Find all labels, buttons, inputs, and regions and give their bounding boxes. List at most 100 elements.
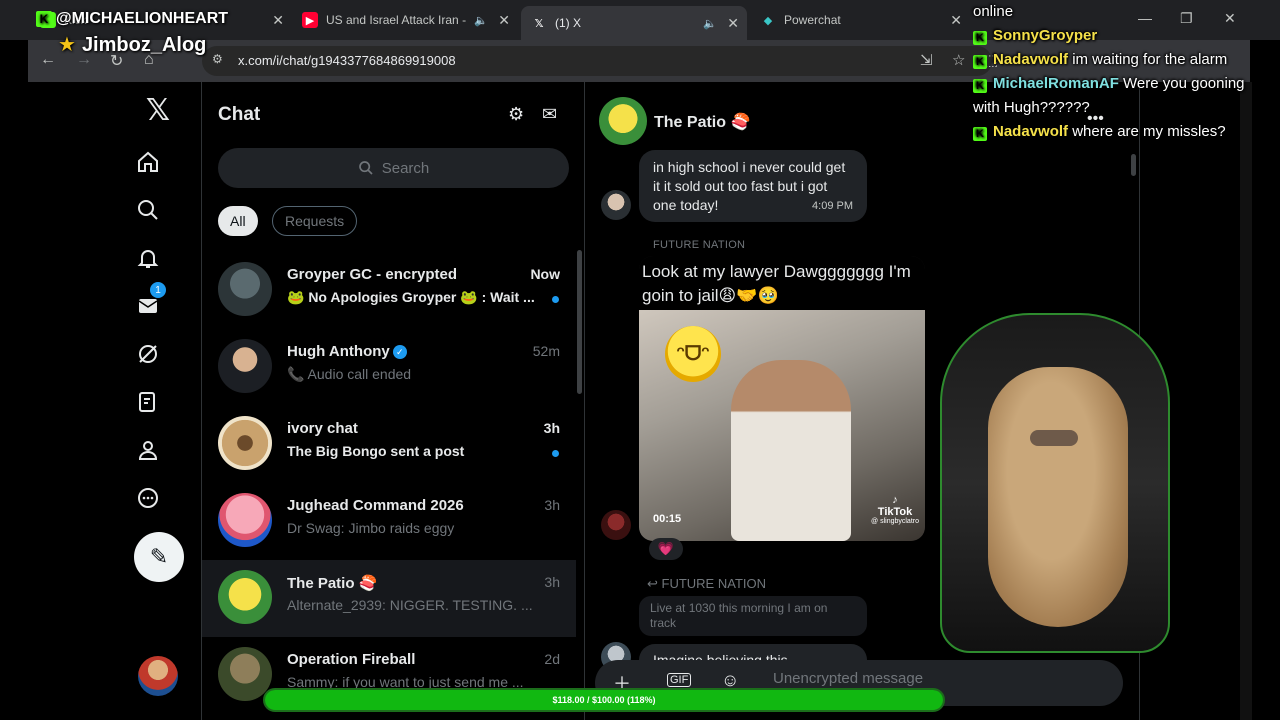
close-tab-icon[interactable]: ✕ (272, 12, 284, 29)
conversation-time: 3h (544, 574, 560, 590)
group-avatar[interactable] (599, 97, 647, 145)
conversation-name-wrap: Hugh Anthony ✓ (287, 343, 407, 360)
message-avatar[interactable] (601, 510, 631, 540)
conversation-item[interactable]: Groyper GC - encrypted Now 🐸 No Apologie… (202, 252, 576, 329)
speaker-icon[interactable]: 🔈 (474, 14, 488, 27)
streamer-handle: @MICHAELIONHEART (56, 10, 229, 27)
kick-badge-icon: K (973, 31, 987, 45)
streamer-overlay: K @MICHAELIONHEART (36, 10, 228, 28)
tab-powerchat[interactable]: ◆ Powerchat ✕ (750, 6, 970, 34)
account-avatar[interactable] (138, 656, 178, 696)
video-duration: 00:15 (653, 513, 682, 525)
url-field[interactable]: ⚙ x.com/i/chat/g1943377684869919008 (202, 46, 992, 76)
lists-nav-icon[interactable] (128, 382, 168, 422)
donation-goal-label: $118.00 / $100.00 (118%) (552, 695, 656, 705)
youtube-favicon-icon: ▶ (302, 12, 318, 28)
chat-message: im waiting for the alarm (1072, 51, 1228, 68)
message-bubble: in high school i never could get it it s… (639, 150, 867, 222)
moderator-overlay: ★ Jimboz_Alog (58, 32, 206, 57)
site-info-icon[interactable]: ⚙ (212, 52, 223, 66)
chat-line: K MichaelRomanAF Were you gooning with Hu… (973, 72, 1273, 120)
stream-chat-overlay: online K SonnyGroyper K Nadavwolf im waiti… (973, 0, 1273, 144)
kick-badge-icon: K (973, 79, 987, 93)
reaction-pill[interactable]: 💗 (649, 538, 683, 560)
messages-badge: 1 (150, 282, 166, 298)
more-nav-icon[interactable] (128, 478, 168, 518)
sender-name: FUTURE NATION (653, 239, 746, 251)
conversation-preview: Dr Swag: Jimbo raids eggy (287, 520, 455, 536)
video-attachment[interactable]: Look at my lawyer Dawggggggg I'm goin to… (639, 256, 925, 541)
notifications-nav-icon[interactable] (128, 238, 168, 278)
back-icon[interactable]: ← (40, 51, 56, 69)
avatar-lips (1030, 430, 1078, 446)
x-favicon-icon: 𝕏 (534, 17, 544, 30)
unread-dot (552, 296, 559, 303)
heart-reaction-icon: 💗 (657, 541, 675, 556)
url-text: x.com/i/chat/g1943377684869919008 (238, 53, 456, 68)
video-caption: Look at my lawyer Dawggggggg I'm goin to… (639, 256, 925, 310)
chat-list-scrollbar[interactable] (577, 250, 582, 394)
conversation-item[interactable]: ivory chat 3h The Big Bongo sent a post (202, 406, 576, 483)
conversation-avatar (218, 570, 272, 624)
conversation-title[interactable]: The Patio 🍣 (654, 112, 750, 132)
compose-post-button[interactable]: ✎ (134, 532, 184, 582)
conversation-time: 3h (543, 420, 560, 436)
chat-search-input[interactable]: Search (218, 148, 569, 188)
tab-title: Powerchat (784, 13, 841, 27)
messages-nav-icon[interactable]: 1 (128, 282, 168, 326)
chat-line: K SonnyGroyper (973, 24, 1273, 48)
search-icon (358, 161, 373, 175)
tab-title: US and Israel Attack Iran - L (326, 13, 466, 27)
close-tab-icon[interactable]: ✕ (727, 15, 739, 32)
conversation-name: Operation Fireball (287, 651, 416, 668)
conversation-name: Jughead Command 2026 (287, 497, 464, 514)
conversation-avatar (218, 339, 272, 393)
page-scrollbar[interactable] (1240, 82, 1252, 720)
close-tab-icon[interactable]: ✕ (498, 12, 510, 29)
kick-badge-icon: K (973, 55, 987, 69)
quoted-message[interactable]: Live at 1030 this morning I am on track (639, 596, 867, 636)
chat-line: K Nadavwolf where are my missles? (973, 120, 1273, 144)
speaker-icon[interactable]: 🔈 (703, 17, 717, 30)
conversation-time: 2d (544, 651, 560, 667)
grok-nav-icon[interactable] (128, 334, 168, 374)
vtuber-avatar-overlay (900, 305, 1180, 665)
conversation-avatar (218, 493, 272, 547)
reply-header: ↩ FUTURE NATION (647, 576, 766, 591)
chat-message: where are my missles? (1072, 123, 1226, 140)
new-message-icon[interactable]: ✉ (542, 104, 557, 125)
search-placeholder: Search (381, 159, 430, 177)
x-logo-icon[interactable]: 𝕏 (138, 90, 178, 130)
conversation-item[interactable]: Jughead Command 2026 3h Dr Swag: Jimbo r… (202, 483, 576, 560)
message-avatar[interactable] (601, 190, 631, 220)
video-subject (731, 360, 851, 541)
star-icon: ★ (58, 34, 76, 56)
explore-nav-icon[interactable] (128, 190, 168, 230)
gif-icon[interactable]: GIF (667, 673, 692, 687)
settings-gear-icon[interactable]: ⚙ (508, 104, 524, 125)
conversation-time: 3h (544, 497, 560, 513)
kick-badge-icon: K (973, 127, 987, 141)
conversation-avatar (218, 416, 272, 470)
conversation-item[interactable]: Hugh Anthony ✓ 52m 📞 Audio call ended (202, 329, 576, 406)
bookmark-star-icon[interactable]: ☆ (952, 51, 965, 69)
conversation-item-selected[interactable]: The Patio 🍣 3h Alternate_2939: NIGGER. T… (202, 560, 576, 637)
profile-nav-icon[interactable] (128, 430, 168, 470)
x-left-nav: 𝕏 1 ✎ (28, 82, 202, 720)
chat-list-panel: Chat ⚙ ✉ Search All Requests Groyper GC … (201, 82, 585, 720)
tab-x[interactable]: 𝕏 (1) X 🔈 ✕ (521, 6, 747, 40)
conversation-preview: The Big Bongo sent a post (287, 443, 465, 459)
donation-goal-bar: $118.00 / $100.00 (118%) (263, 688, 945, 712)
conversation-preview: Alternate_2939: NIGGER. TESTING. ... (287, 597, 533, 613)
close-tab-icon[interactable]: ✕ (950, 12, 962, 29)
conversation-scrollbar[interactable] (1131, 154, 1136, 176)
chat-username: Nadavwolf (993, 123, 1069, 140)
home-nav-icon[interactable] (128, 142, 168, 182)
conversation-name: The Patio 🍣 (287, 575, 378, 592)
chat-username: SonnyGroyper (993, 27, 1098, 44)
tab-youtube[interactable]: ▶ US and Israel Attack Iran - L 🔈 ✕ (292, 6, 518, 34)
filter-requests-tab[interactable]: Requests (272, 206, 358, 236)
install-app-icon[interactable]: ⇲ (920, 51, 933, 69)
filter-all-tab[interactable]: All (218, 206, 258, 236)
message-input[interactable] (773, 670, 1053, 687)
